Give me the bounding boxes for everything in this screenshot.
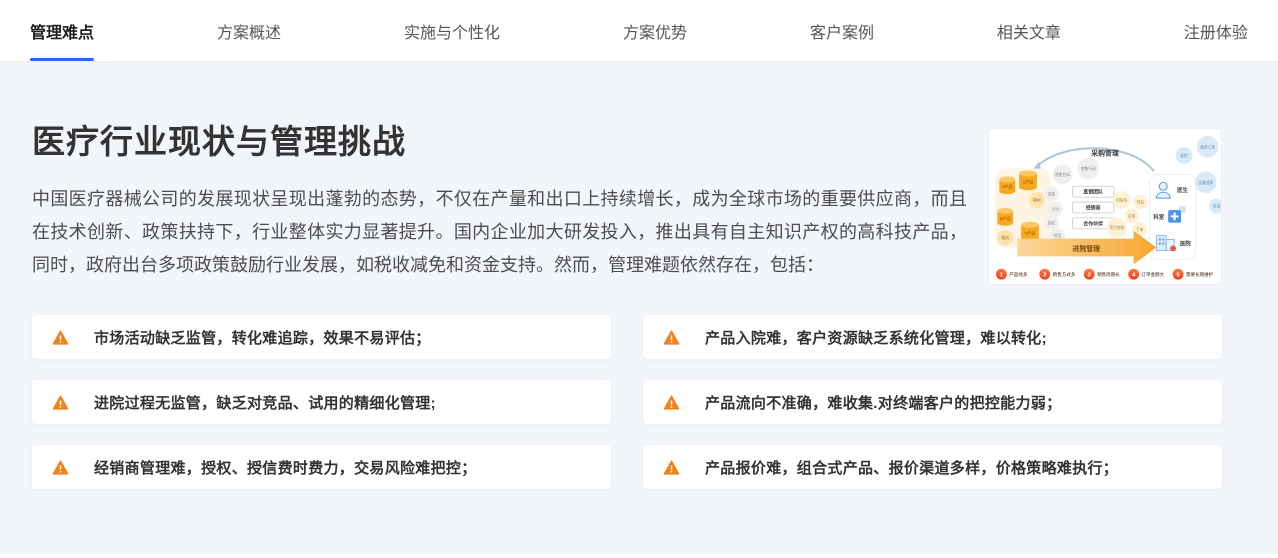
svg-text:耗材: 耗材 [1033, 198, 1041, 203]
warning-icon [663, 329, 680, 346]
svg-text:下单: 下单 [1136, 227, 1144, 232]
industry-flow-diagram-svg: 采购管理 A产品 C产品 B产品 D产品 [989, 129, 1221, 284]
doctor-label: 医生 [1177, 186, 1188, 194]
pain-point-card-3: 进院过程无监管，缺乏对竞品、试用的精细化管理; [32, 380, 611, 424]
svg-text:产品线多: 产品线多 [1009, 271, 1028, 278]
svg-text:销售目标: 销售目标 [1055, 172, 1070, 177]
pain-point-card-1: 市场活动缺乏监管，转化难追踪，效果不易评估； [32, 315, 611, 359]
industry-flow-diagram: 采购管理 A产品 C产品 B产品 D产品 [988, 128, 1222, 285]
svg-text:试用: 试用 [1128, 213, 1136, 218]
tab-related-articles[interactable]: 相关文章 [997, 0, 1061, 61]
svg-text:服务工单: 服务工单 [1200, 144, 1215, 149]
svg-text:招投标: 招投标 [1116, 198, 1128, 203]
svg-text:订单金额大: 订单金额大 [1142, 271, 1165, 278]
svg-text:销售方式多: 销售方式多 [1053, 271, 1076, 278]
warning-icon [52, 394, 69, 411]
svg-text:项目商机: 项目商机 [1109, 225, 1124, 230]
intro-paragraph: 中国医疗器械公司的发展现状呈现出蓬勃的态势，不仅在产量和出口上持续增长，成为全球… [32, 183, 967, 282]
tab-implementation-personalization[interactable]: 实施与个性化 [404, 0, 500, 61]
pain-point-card-2: 产品入院难，客户资源缺乏系统化管理，难以转化; [643, 315, 1222, 359]
procurement-label: 采购管理 [1091, 149, 1119, 158]
pain-point-text: 市场活动缺乏监管，转化难追踪，效果不易评估； [94, 327, 431, 348]
pain-point-card-5: 经销商管理难，授权、授信费时费力，交易风险难把控； [32, 445, 611, 489]
pain-point-text: 经销商管理难，授权、授信费时费力，交易风险难把控； [94, 457, 477, 478]
svg-text:合作伙伴: 合作伙伴 [1083, 220, 1103, 227]
pain-point-text: 进院过程无监管，缺乏对竞品、试用的精细化管理; [94, 392, 436, 413]
tab-customer-cases[interactable]: 客户案例 [810, 0, 874, 61]
svg-text:评分: 评分 [1052, 206, 1060, 211]
pain-point-card-4: 产品流向不准确，难收集.对终端客户的把控能力弱； [643, 380, 1222, 424]
warning-icon [663, 394, 680, 411]
pain-point-text: 产品流向不准确，难收集.对终端客户的把控能力弱； [705, 392, 1061, 413]
department-label: 科室 [1153, 213, 1164, 221]
svg-text:D产品: D产品 [1025, 231, 1036, 236]
svg-text:经销商: 经销商 [1086, 204, 1101, 211]
diagram-legend: 1 产品线多 2 销售方式多 3 销售周期长 4 订单金额大 5 需要长期维护 [996, 269, 1214, 280]
section-tab-bar: 管理难点 方案概述 实施与个性化 方案优势 客户案例 相关文章 注册体验 [0, 0, 1278, 62]
svg-text:授信: 授信 [1054, 233, 1062, 238]
sales-process-bubbles: 招投标 样品 试用 项目商机 下单 [1107, 191, 1148, 237]
svg-text:授权: 授权 [1048, 220, 1056, 225]
svg-text:A产品: A产品 [1002, 184, 1013, 189]
svg-text:样品: 样品 [1137, 200, 1145, 205]
product-cluster: A产品 C产品 B产品 D产品 耗材 服务 [995, 168, 1050, 247]
hospital-label: 医院 [1180, 239, 1191, 247]
hospital-panel: 医生 科室 医院 [1149, 174, 1195, 259]
solution-page: 管理难点 方案概述 实施与个性化 方案优势 客户案例 相关文章 注册体验 医疗行… [0, 0, 1278, 558]
sales-activity-bubbles: 销售目标 销售行动 资质 评分 授权 授信 [1044, 158, 1099, 243]
pain-point-text: 产品报价难，组合式产品、报价渠道多样，价格策略难执行； [705, 457, 1118, 478]
channel-boxes: 直销团队 经销商 合作伙伴 [1072, 186, 1113, 228]
svg-text:设备档案: 设备档案 [1198, 180, 1213, 185]
warning-icon [663, 459, 680, 476]
svg-text:销售行动: 销售行动 [1081, 166, 1096, 171]
svg-text:进院管理: 进院管理 [1072, 244, 1100, 253]
svg-text:直销团队: 直销团队 [1083, 189, 1103, 196]
svg-text:服务: 服务 [1001, 235, 1009, 240]
page-title: 医疗行业现状与管理挑战 [32, 122, 406, 162]
warning-icon [52, 329, 69, 346]
svg-text:销售周期长: 销售周期长 [1097, 271, 1120, 278]
tab-management-difficulties[interactable]: 管理难点 [30, 0, 94, 61]
pain-point-list: 市场活动缺乏监管，转化难追踪，效果不易评估； 产品入院难，客户资源缺乏系统化管理… [32, 315, 1222, 489]
tab-solution-overview[interactable]: 方案概述 [217, 0, 281, 61]
svg-text:C产品: C产品 [1023, 179, 1034, 184]
svg-text:培训: 培训 [1213, 203, 1221, 208]
tab-solution-advantages[interactable]: 方案优势 [623, 0, 687, 61]
svg-text:资质: 资质 [1048, 192, 1056, 197]
pain-point-card-6: 产品报价难，组合式产品、报价渠道多样，价格策略难执行； [643, 445, 1222, 489]
svg-text:需要长期维护: 需要长期维护 [1186, 271, 1214, 278]
tab-register-trial[interactable]: 注册体验 [1184, 0, 1248, 61]
warning-icon [52, 459, 69, 476]
pain-point-text: 产品入院难，客户资源缺乏系统化管理，难以转化; [705, 327, 1047, 348]
svg-text:B产品: B产品 [1000, 216, 1011, 221]
svg-text:巡检: 巡检 [1180, 153, 1188, 158]
next-section-edge [0, 554, 1278, 558]
